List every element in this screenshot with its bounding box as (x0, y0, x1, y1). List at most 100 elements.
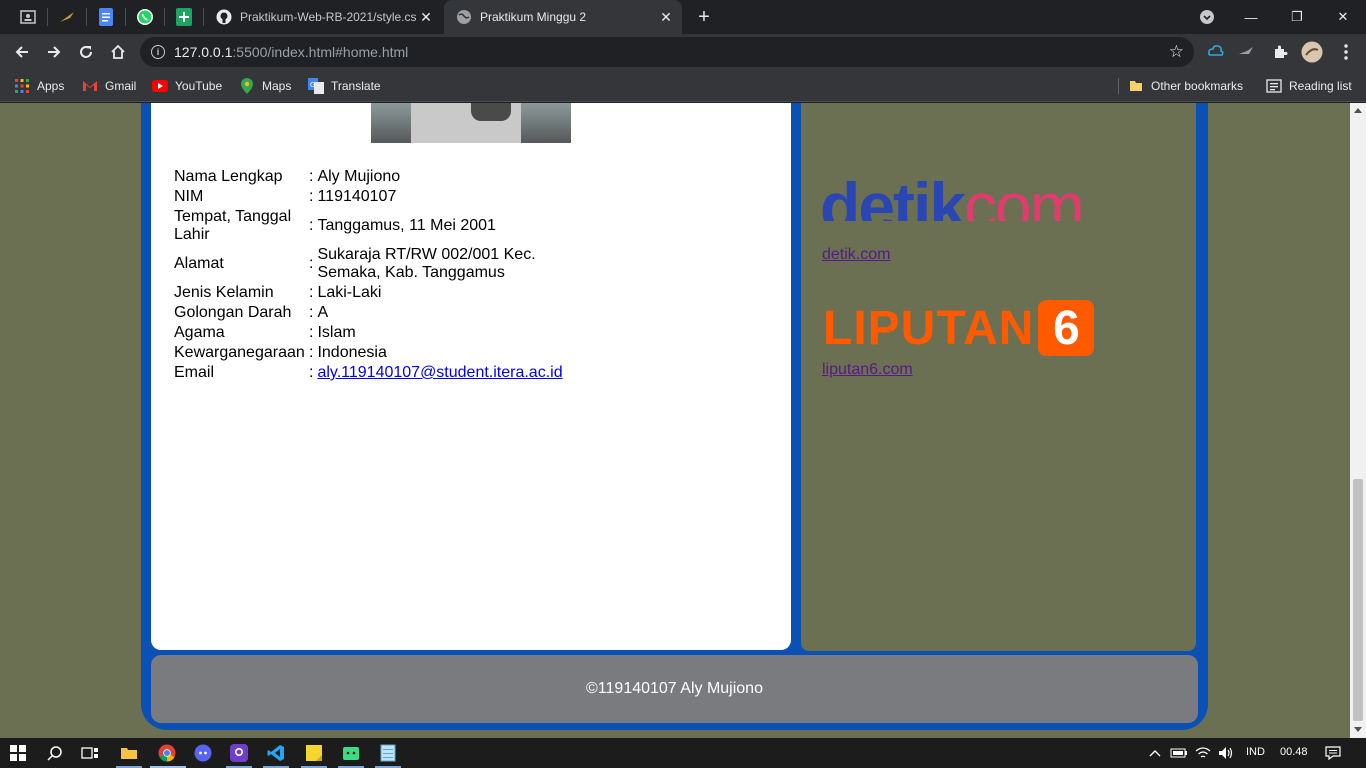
table-row: Golongan Darah : A (172, 303, 565, 323)
close-tab-icon[interactable]: ✕ (416, 7, 436, 27)
table-row: Agama : Islam (172, 323, 565, 343)
site-info-icon[interactable]: i (151, 45, 165, 59)
scroll-up-arrow-icon[interactable] (1354, 108, 1362, 113)
url-path: :5500/index.html#home.html (232, 44, 409, 60)
bookmark-apps[interactable]: Apps (14, 76, 64, 96)
detik-logo: detikcom (820, 171, 1083, 221)
restore-icon[interactable]: ❐ (1274, 0, 1320, 34)
page-viewport: Nama Lengkap : Aly Mujiono NIM : 1191401… (0, 103, 1350, 738)
row-separator: : (309, 255, 314, 272)
page-scrollbar[interactable] (1350, 103, 1366, 738)
row-key: Nama Lengkap (174, 168, 283, 185)
sticky-notes-icon[interactable] (303, 742, 325, 764)
row-value: A (317, 304, 329, 321)
liputan6-link[interactable]: liputan6.com (822, 361, 913, 379)
row-separator: : (309, 304, 314, 321)
row-key: Jenis Kelamin (174, 284, 274, 301)
row-separator: : (309, 324, 314, 341)
wifi-icon[interactable] (1192, 742, 1214, 764)
tab-title: Praktikum-Web-RB-2021/style.cs (240, 10, 416, 24)
clock-time[interactable]: 00.48 (1280, 746, 1308, 758)
row-key: Golongan Darah (174, 304, 292, 321)
minimize-icon[interactable]: — (1228, 0, 1274, 34)
pinned-tab-contacts-icon[interactable] (14, 5, 42, 29)
notepad-icon[interactable] (377, 742, 399, 764)
file-explorer-icon[interactable] (118, 742, 140, 764)
profile-photo (371, 103, 571, 143)
new-tab-plus-icon[interactable]: + (692, 6, 716, 28)
back-arrow-icon[interactable] (8, 38, 36, 66)
extensions-puzzle-icon[interactable] (1266, 38, 1294, 66)
reading-list-label: Reading list (1289, 79, 1352, 93)
liputan6-logo: LIPUTAN 6 (823, 300, 1095, 356)
close-window-icon[interactable]: ✕ (1320, 0, 1366, 34)
row-key: Alamat (174, 255, 224, 272)
row-separator: : (309, 168, 314, 185)
action-center-icon[interactable] (1322, 742, 1344, 764)
close-tab-icon[interactable]: ✕ (656, 7, 676, 27)
reading-list[interactable]: Reading list (1266, 76, 1352, 96)
pinned-tab-sheets-plus-icon[interactable] (170, 5, 198, 29)
extension-cloud-icon[interactable] (1202, 38, 1230, 66)
menu-kebab-icon[interactable] (1332, 38, 1360, 66)
battery-icon[interactable] (1168, 742, 1190, 764)
pinned-tab-feather-icon[interactable] (53, 5, 81, 29)
table-row: Nama Lengkap : Aly Mujiono (172, 167, 565, 187)
other-bookmarks[interactable]: Other bookmarks (1128, 76, 1243, 96)
bookmark-label: Maps (262, 79, 292, 93)
url-host: 127.0.0.1 (174, 44, 233, 60)
tab-search-chevron-icon[interactable] (1184, 0, 1230, 34)
discord-icon[interactable] (192, 742, 214, 764)
bookmark-youtube[interactable]: YouTube (152, 76, 222, 96)
task-view-icon[interactable] (79, 742, 101, 764)
row-key: Agama (174, 324, 225, 341)
pinned-tab-docs-icon[interactable] (92, 5, 120, 29)
detik-link[interactable]: detik.com (822, 246, 890, 264)
profile-avatar[interactable] (1298, 38, 1326, 66)
search-icon[interactable] (44, 742, 66, 764)
scrollbar-thumb[interactable] (1353, 479, 1363, 721)
vscode-icon[interactable] (265, 742, 287, 764)
table-row: NIM : 119140107 (172, 187, 565, 207)
row-key: Email (174, 364, 215, 381)
home-icon[interactable] (104, 38, 132, 66)
email-link[interactable]: aly.119140107@student.itera.ac.id (317, 364, 562, 381)
volume-icon[interactable] (1215, 742, 1237, 764)
extension-bird-icon[interactable] (1232, 38, 1260, 66)
table-row: Kewarganegaraan : Indonesia (172, 343, 565, 363)
bookmark-label: YouTube (175, 79, 223, 93)
translate-icon: G (308, 78, 324, 94)
row-value: Tanggamus, 11 Mei 2001 (317, 217, 496, 234)
pinned-tab-whatsapp-icon[interactable] (131, 5, 159, 29)
address-bar[interactable]: i 127.0.0.1:5500/index.html#home.html ☆ (140, 37, 1194, 67)
row-separator: : (309, 188, 314, 205)
row-separator: : (309, 344, 314, 361)
reload-icon[interactable] (72, 38, 100, 66)
table-row: Alamat : Sukaraja RT/RW 002/001 Kec. Sem… (172, 245, 565, 283)
news-sidebar: detikcom detik.com LIPUTAN 6 liputan6.com (801, 103, 1196, 651)
bookmark-maps[interactable]: Maps (239, 76, 291, 96)
bookmark-gmail[interactable]: Gmail (82, 76, 136, 96)
tab-praktikum-minggu-2[interactable]: Praktikum Minggu 2 ✕ (444, 0, 682, 34)
windows-start-icon[interactable] (7, 742, 29, 764)
tray-chevron-up-icon[interactable] (1144, 742, 1166, 764)
reading-list-icon (1266, 78, 1282, 94)
profile-card: Nama Lengkap : Aly Mujiono NIM : 1191401… (151, 103, 791, 650)
github-desktop-icon[interactable] (228, 742, 250, 764)
footer-text: ©119140107 Aly Mujiono (586, 680, 763, 697)
forward-arrow-icon[interactable] (40, 38, 68, 66)
page-container: Nama Lengkap : Aly Mujiono NIM : 1191401… (141, 103, 1208, 730)
bookmark-translate[interactable]: G Translate (308, 76, 381, 96)
chrome-icon[interactable] (156, 742, 178, 764)
row-key: Tempat, Tanggal Lahir (174, 208, 292, 243)
scroll-down-arrow-icon[interactable] (1354, 727, 1362, 732)
bookmark-label: Apps (37, 79, 65, 93)
bookmark-star-icon[interactable]: ☆ (1169, 42, 1184, 62)
github-icon (216, 9, 232, 25)
windows-taskbar: IND 00.48 (0, 738, 1366, 768)
android-studio-icon[interactable] (340, 742, 362, 764)
folder-icon (1128, 78, 1144, 94)
tab-title: Praktikum Minggu 2 (480, 10, 587, 24)
input-language[interactable]: IND (1246, 746, 1265, 758)
tab-github-style[interactable]: Praktikum-Web-RB-2021/style.cs ✕ (204, 0, 442, 34)
